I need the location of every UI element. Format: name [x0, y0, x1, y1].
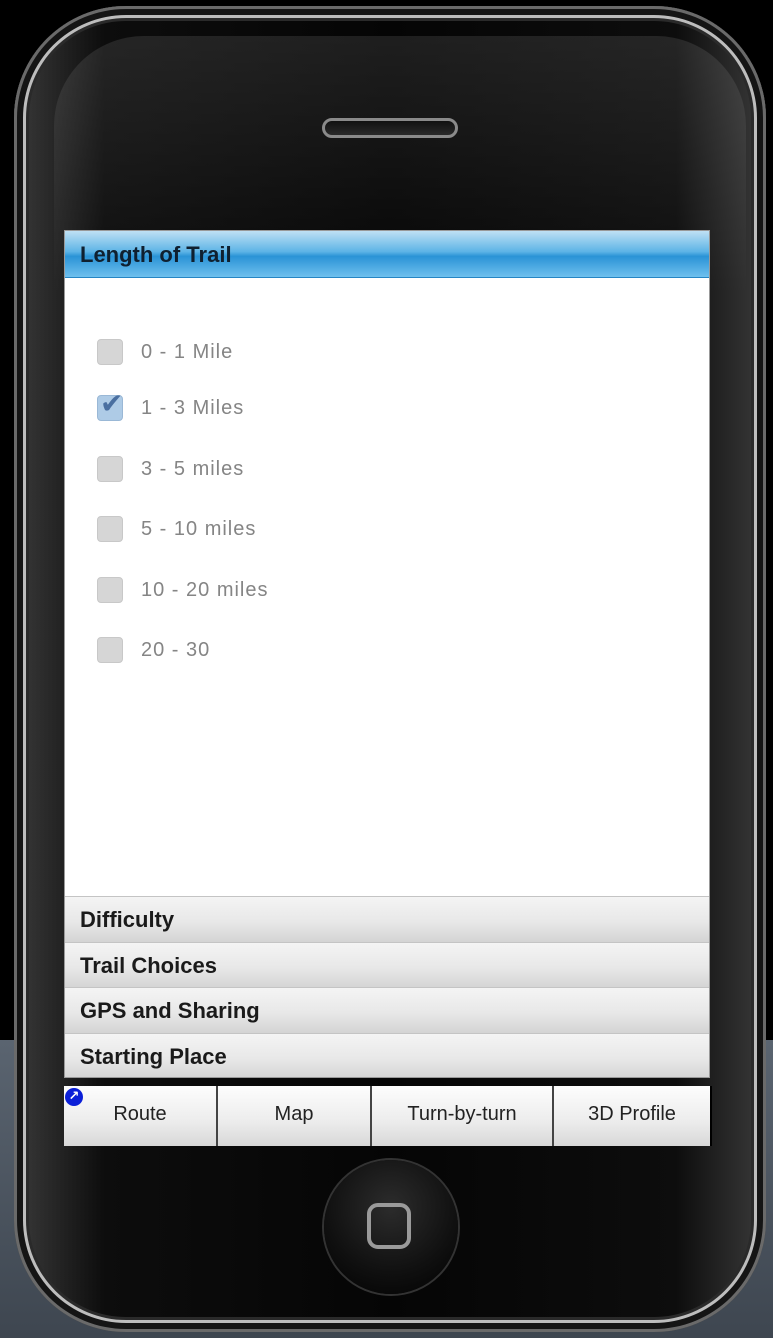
option-label: 0 - 1 Mile	[141, 341, 234, 363]
option-3-5-miles[interactable]: 3 - 5 miles	[97, 452, 397, 484]
checkbox[interactable]	[97, 577, 123, 603]
option-label: 3 - 5 miles	[141, 458, 245, 480]
accordion-header-length-of-trail[interactable]: Length of Trail	[65, 231, 709, 278]
accordion-header-difficulty[interactable]: Difficulty	[65, 896, 709, 942]
accordion-header-label: Trail Choices	[80, 953, 217, 978]
option-10-20-miles[interactable]: 10 - 20 miles	[97, 573, 397, 605]
tab-label: Route	[113, 1103, 167, 1125]
tab-map[interactable]: Map	[216, 1086, 370, 1146]
accordion-header-gps-and-sharing[interactable]: GPS and Sharing	[65, 987, 709, 1033]
checkbox-checked[interactable]: ✔	[97, 387, 123, 421]
checkbox[interactable]	[97, 637, 123, 663]
option-label: 10 - 20 miles	[141, 579, 269, 601]
tab-turn-by-turn[interactable]: Turn-by-turn	[370, 1086, 552, 1146]
option-label: 1 - 3 Miles	[141, 397, 245, 419]
phone-screen: Length of Trail 0 - 1 Mile ✔ 1 - 3 Miles…	[64, 230, 710, 1078]
option-5-10-miles[interactable]: 5 - 10 miles	[97, 512, 397, 544]
speaker-grille	[322, 118, 458, 138]
tab-label: Turn-by-turn	[407, 1103, 517, 1125]
tab-label: Map	[274, 1103, 314, 1125]
accordion-header-starting-place[interactable]: Starting Place	[65, 1033, 709, 1077]
option-label: 5 - 10 miles	[141, 518, 257, 540]
option-1-3-miles[interactable]: ✔ 1 - 3 Miles	[97, 387, 397, 423]
checkbox[interactable]	[97, 339, 123, 365]
tab-3d-profile[interactable]: 3D Profile	[552, 1086, 710, 1146]
home-button[interactable]	[324, 1160, 458, 1294]
tab-bar: ↗ Route Map Turn-by-turn 3D Profile	[64, 1086, 712, 1146]
home-square-icon	[367, 1203, 411, 1249]
tab-route[interactable]: ↗ Route	[64, 1086, 216, 1146]
checkmark-icon: ✔	[100, 387, 124, 420]
accordion-header-label: Length of Trail	[80, 242, 232, 267]
tab-label: 3D Profile	[588, 1103, 676, 1125]
option-0-1-mile[interactable]: 0 - 1 Mile	[97, 335, 397, 367]
accordion-header-label: Starting Place	[80, 1044, 227, 1069]
accordion-header-trail-choices[interactable]: Trail Choices	[65, 942, 709, 988]
accordion-header-label: GPS and Sharing	[80, 998, 260, 1023]
checkbox[interactable]	[97, 516, 123, 542]
option-20-30[interactable]: 20 - 30	[97, 633, 397, 665]
option-label: 20 - 30	[141, 639, 211, 661]
accordion-header-label: Difficulty	[80, 907, 175, 932]
checkbox[interactable]	[97, 456, 123, 482]
